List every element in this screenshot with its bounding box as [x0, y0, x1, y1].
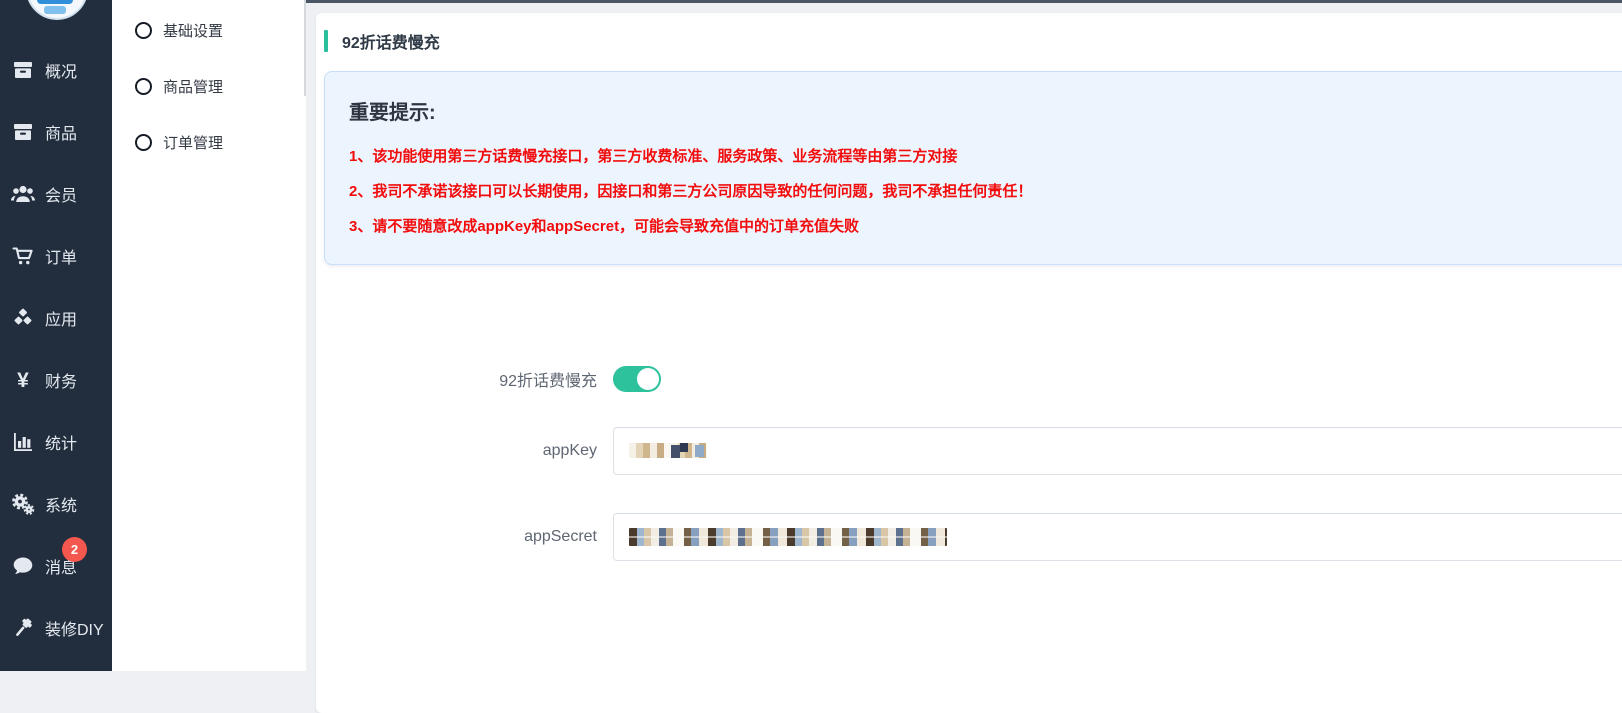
sidebar-item-label: 会员: [45, 182, 77, 206]
sidebar-item-label: 商品: [45, 120, 77, 144]
sidebar-item-members[interactable]: 会员: [0, 163, 112, 225]
topbar-edge: [306, 0, 1622, 3]
yen-icon: ¥: [10, 368, 36, 392]
main-content: 92折话费慢充 重要提示: 1、该功能使用第三方话费慢充接口，第三方收费标准、服…: [306, 0, 1622, 671]
notice-heading: 重要提示:: [349, 96, 1622, 125]
archive-icon: [10, 58, 36, 82]
sidebar-item-overview[interactable]: 概况: [0, 39, 112, 101]
sidebar-item-label: 装修DIY: [45, 616, 104, 640]
sidebar-item-label: 应用: [45, 306, 77, 330]
secondary-sidebar: 基础设置 商品管理 订单管理: [112, 0, 306, 671]
radio-circle-icon: [135, 78, 152, 95]
sidebar-item-apps[interactable]: 应用: [0, 287, 112, 349]
appsecret-label: appSecret: [316, 528, 597, 546]
appkey-row: appKey: [316, 413, 1622, 488]
sidebar-item-messages[interactable]: 消息 2: [0, 535, 112, 597]
title-accent-bar: [324, 30, 328, 52]
masked-appsecret-value: [629, 528, 947, 546]
sidebar-item-decorate-diy[interactable]: 装修DIY: [0, 597, 112, 659]
gears-icon: [10, 492, 36, 516]
sidebar-item-label: 订单: [45, 244, 77, 268]
notice-line-3: 3、请不要随意改成appKey和appSecret，可能会导致充值中的订单充值失…: [349, 209, 1622, 244]
sidebar-item-statistics[interactable]: 统计: [0, 411, 112, 473]
radio-circle-icon: [135, 134, 152, 151]
toggle-row: 92折话费慢充: [316, 353, 1622, 405]
submenu-item-order-management[interactable]: 订单管理: [112, 114, 306, 170]
primary-sidebar: 概况 商品 会员 订单 应用 ¥ 财务 统计: [0, 0, 112, 671]
cart-icon: [10, 244, 36, 268]
feature-toggle-switch[interactable]: [613, 366, 661, 392]
sidebar-item-system[interactable]: 系统: [0, 473, 112, 535]
page-title: 92折话费慢充: [342, 29, 440, 53]
appsecret-input[interactable]: [613, 513, 1622, 561]
toggle-knob: [637, 368, 659, 390]
submenu-item-label: 订单管理: [163, 132, 223, 153]
appsecret-row: appSecret: [316, 499, 1622, 574]
sidebar-item-label: 概况: [45, 58, 77, 82]
sidebar-item-orders[interactable]: 订单: [0, 225, 112, 287]
masked-appkey-value: [629, 443, 707, 458]
sidebar-item-finance[interactable]: ¥ 财务: [0, 349, 112, 411]
message-count-badge: 2: [62, 537, 87, 562]
submenu-item-label: 商品管理: [163, 76, 223, 97]
archive-icon: [10, 120, 36, 144]
gavel-icon: [10, 616, 36, 640]
page-title-row: 92折话费慢充: [324, 29, 440, 53]
sidebar-item-products[interactable]: 商品: [0, 101, 112, 163]
scrollbar-thumb[interactable]: [304, 0, 306, 96]
important-notice-box: 重要提示: 1、该功能使用第三方话费慢充接口，第三方收费标准、服务政策、业务流程…: [324, 71, 1622, 265]
app-logo: [26, 0, 88, 20]
appkey-input[interactable]: [613, 427, 1622, 475]
submenu-item-basic-settings[interactable]: 基础设置: [112, 2, 306, 58]
submenu-item-product-management[interactable]: 商品管理: [112, 58, 306, 114]
notice-line-2: 2、我司不承诺该接口可以长期使用，因接口和第三方公司原因导致的任何问题，我司不承…: [349, 174, 1622, 209]
users-icon: [10, 182, 36, 206]
comment-icon: [10, 554, 36, 578]
cubes-icon: [10, 306, 36, 330]
sidebar-item-label: 统计: [45, 430, 77, 454]
appkey-label: appKey: [316, 442, 597, 460]
toggle-label: 92折话费慢充: [316, 367, 597, 391]
radio-circle-icon: [135, 22, 152, 39]
sidebar-item-label: 系统: [45, 492, 77, 516]
bar-chart-icon: [10, 430, 36, 454]
settings-card: 92折话费慢充 重要提示: 1、该功能使用第三方话费慢充接口，第三方收费标准、服…: [316, 13, 1622, 713]
submenu-item-label: 基础设置: [163, 20, 223, 41]
notice-line-1: 1、该功能使用第三方话费慢充接口，第三方收费标准、服务政策、业务流程等由第三方对…: [349, 139, 1622, 174]
sidebar-item-label: 财务: [45, 368, 77, 392]
